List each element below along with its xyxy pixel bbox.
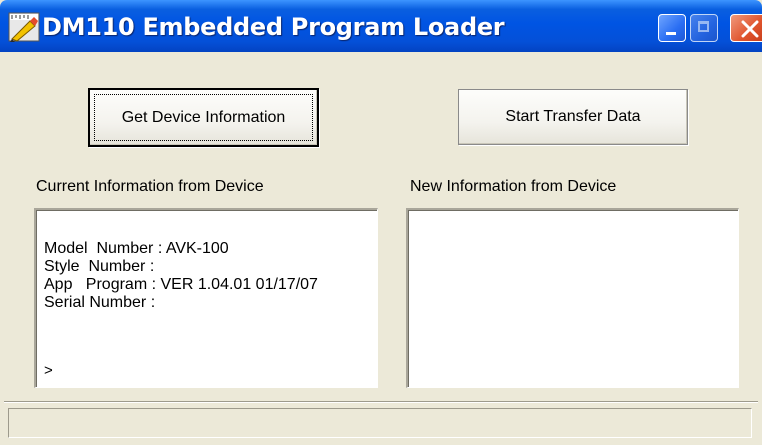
app-program-line: App Program : VER 1.04.01 01/17/07 [44, 276, 318, 293]
close-icon [741, 20, 759, 38]
client-area: Get Device Information Start Transfer Da… [4, 52, 758, 445]
maximize-button[interactable] [690, 14, 718, 42]
close-button[interactable] [730, 14, 762, 42]
focus-ring [94, 94, 313, 141]
new-information-label: New Information from Device [410, 178, 617, 195]
window-title: DM110 Embedded Program Loader [42, 13, 505, 41]
current-information-label: Current Information from Device [36, 178, 264, 195]
title-bar[interactable]: DM110 Embedded Program Loader [0, 0, 762, 52]
style-number-line: Style Number : [44, 258, 155, 275]
serial-number-line: Serial Number : [44, 294, 156, 311]
status-panel [8, 408, 752, 438]
new-information-textbox[interactable] [406, 208, 739, 388]
pencil-ruler-icon[interactable] [8, 11, 40, 43]
start-transfer-data-button[interactable]: Start Transfer Data [458, 89, 688, 145]
model-number-line: Model Number : AVK-100 [44, 240, 229, 257]
status-bar [4, 401, 758, 445]
current-information-textbox[interactable]: Model Number : AVK-100 Style Number : Ap… [34, 208, 378, 388]
minimize-button[interactable] [658, 14, 686, 42]
get-device-information-button[interactable]: Get Device Information [88, 88, 319, 147]
command-prompt: > [44, 362, 53, 379]
current-information-lines: Model Number : AVK-100 Style Number : Ap… [44, 240, 318, 312]
program-loader-window: DM110 Embedded Program Loader Get Device… [0, 0, 762, 445]
start-transfer-data-label: Start Transfer Data [505, 108, 641, 125]
